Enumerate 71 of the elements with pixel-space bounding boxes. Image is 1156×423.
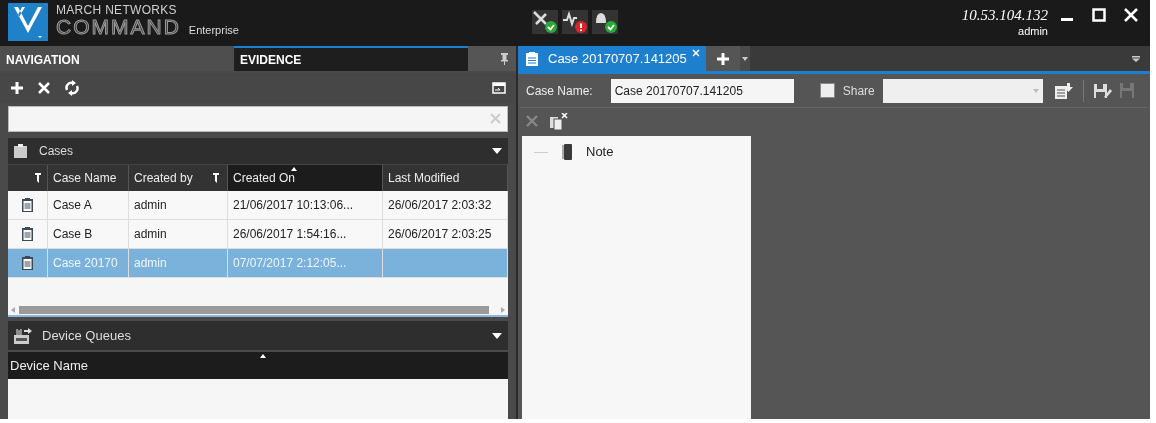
search-field[interactable]: [8, 105, 508, 132]
column-title: Device Name: [10, 356, 89, 375]
tree-item[interactable]: Note: [586, 142, 614, 162]
close-tab-icon[interactable]: [692, 49, 700, 57]
add-icon[interactable]: [10, 81, 24, 95]
column-header[interactable]: Created On: [228, 165, 383, 191]
server-address: 10.53.104.132: [961, 6, 1048, 25]
table-cell-text: 26/06/2017 1:54:16...: [233, 226, 347, 243]
tools-status-icon[interactable]: [532, 10, 558, 34]
case-icon: [22, 198, 33, 212]
case-icon: [22, 256, 33, 270]
health-status-icon[interactable]: [562, 10, 588, 34]
table-cell-text: 21/06/2017 10:13:06...: [233, 197, 354, 214]
tab[interactable]: EVIDENCE: [234, 46, 468, 72]
column-title: Created by: [134, 170, 193, 187]
table-cell-text: 26/06/2017 2:03:32: [388, 197, 492, 214]
column-header[interactable]: Device Name: [8, 352, 508, 379]
case-tab[interactable]: Case 20170707.141205: [518, 46, 706, 71]
table-cell-text: Case A: [53, 197, 92, 214]
device-icon: [14, 327, 32, 344]
new-tab-button[interactable]: [706, 46, 740, 71]
collapse-icon[interactable]: [492, 332, 502, 339]
case-icon: [526, 51, 538, 66]
overflow-icon[interactable]: [1132, 55, 1140, 62]
filter-icon[interactable]: [35, 173, 41, 183]
section-title: Cases: [39, 143, 73, 160]
caret-icon: [1032, 88, 1039, 93]
table-cell-text: Case 20170: [53, 255, 118, 272]
filter-icon[interactable]: [213, 173, 219, 183]
brand-name: MARCH NETWORKS: [56, 4, 178, 16]
table-row[interactable]: Case A admin 21/06/2017 10:13:06... 26/06/2017 2:03:32: [8, 191, 508, 220]
table-cell-text: admin: [134, 255, 167, 272]
add-icon: [716, 51, 730, 66]
remove-pages-icon[interactable]: [550, 112, 568, 130]
alarm-status-icon[interactable]: [592, 10, 618, 34]
product-name: COMMAND: [56, 16, 181, 37]
tab-menu-button[interactable]: [740, 46, 750, 71]
field-label: Case Name:: [526, 82, 593, 100]
section-header[interactable]: Device Queues: [8, 321, 508, 350]
table-cell-text: admin: [134, 226, 167, 243]
close-icon[interactable]: [1124, 8, 1138, 22]
clipboard-icon: [14, 144, 27, 158]
table-cell-text: admin: [134, 197, 167, 214]
maximize-icon[interactable]: [1092, 8, 1106, 22]
undock-icon[interactable]: [492, 82, 506, 94]
table-cell-text: 07/07/2017 2:12:05...: [233, 255, 347, 272]
scrollbar-thumb[interactable]: [19, 306, 489, 314]
save-edit-icon[interactable]: [1093, 82, 1112, 99]
case-icon: [22, 227, 33, 241]
refresh-icon[interactable]: [64, 80, 80, 96]
share-checkbox[interactable]: [819, 83, 835, 98]
pin-icon[interactable]: [501, 52, 508, 65]
collapse-icon[interactable]: [492, 148, 502, 154]
table-cell-text: Case B: [53, 226, 93, 243]
notebook-icon: [562, 144, 572, 160]
edition-label: Enterprise: [188, 25, 239, 36]
share-label: Share: [842, 82, 875, 100]
share-dropdown[interactable]: [882, 78, 1043, 103]
export-icon[interactable]: [1054, 82, 1073, 99]
table-cell-text: 26/06/2017 2:03:25: [388, 226, 492, 243]
column-title: Created On: [233, 170, 296, 187]
caret-icon: [742, 56, 748, 61]
section-title: Device Queues: [42, 326, 131, 345]
case-name-field[interactable]: Case 20170707.141205: [610, 78, 794, 103]
table-row[interactable]: Case B admin 26/06/2017 1:54:16... 26/06/2017 2:03:25: [8, 220, 508, 249]
logo-icon: [8, 3, 48, 41]
column-title: Last Modified: [388, 170, 460, 187]
user-name: admin: [1018, 24, 1048, 39]
section-header[interactable]: Cases: [8, 138, 508, 164]
column-title: Case Name: [53, 170, 117, 187]
tab[interactable]: NAVIGATION: [0, 46, 234, 72]
